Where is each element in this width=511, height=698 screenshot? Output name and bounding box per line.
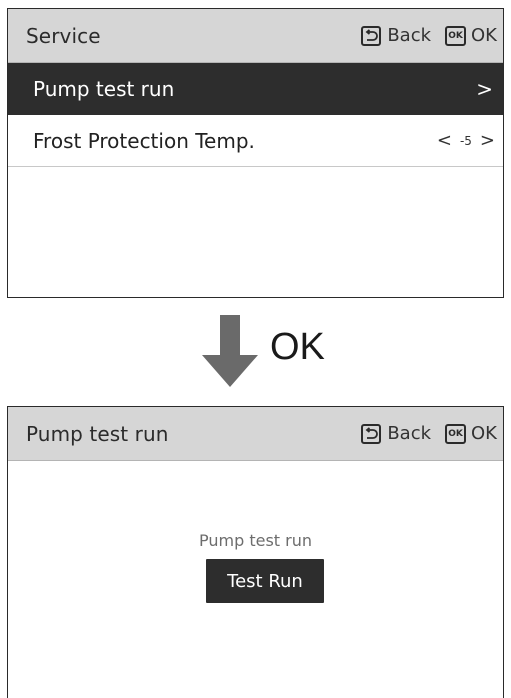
menu-item-label: Pump test run (33, 76, 175, 101)
ok-button[interactable]: OK OK (431, 423, 497, 444)
back-icon (361, 25, 382, 46)
transition-label: OK (270, 326, 325, 368)
screen-title: Pump test run (26, 421, 169, 446)
back-button[interactable]: Back (361, 25, 431, 46)
down-arrow-icon (200, 315, 260, 390)
back-icon (361, 423, 382, 444)
back-button[interactable]: Back (361, 423, 431, 444)
header-actions: Back OK OK (361, 423, 497, 444)
temperature-stepper[interactable]: < -5 > (437, 130, 495, 151)
stepper-value: -5 (459, 133, 472, 148)
chevron-left-icon[interactable]: < (437, 130, 452, 151)
back-label: Back (387, 423, 432, 444)
menu-item-pump-test-run[interactable]: Pump test run > (8, 63, 503, 115)
ok-icon: OK (445, 423, 467, 444)
header-actions: Back OK OK (361, 25, 497, 46)
ok-icon: OK (445, 25, 467, 46)
pump-test-run-screen: Pump test run Back OK OK Pump test run T… (7, 406, 504, 698)
back-label: Back (387, 25, 432, 46)
chevron-right-icon: > (476, 76, 493, 101)
ok-label: OK (471, 423, 497, 444)
chevron-right-icon[interactable]: > (480, 130, 495, 151)
service-screen: Service Back OK OK Pump test run > Frost… (7, 8, 504, 298)
menu-item-frost-protection-temp[interactable]: Frost Protection Temp. < -5 > (8, 115, 503, 167)
menu-item-label: Frost Protection Temp. (33, 128, 255, 153)
ok-button[interactable]: OK OK (431, 25, 497, 46)
screen-title: Service (26, 23, 101, 48)
screen-header: Service Back OK OK (8, 9, 503, 63)
pump-test-label: Pump test run (198, 531, 312, 550)
test-run-button[interactable]: Test Run (206, 559, 324, 603)
ok-label: OK (471, 25, 497, 46)
screen-header: Pump test run Back OK OK (8, 407, 503, 461)
